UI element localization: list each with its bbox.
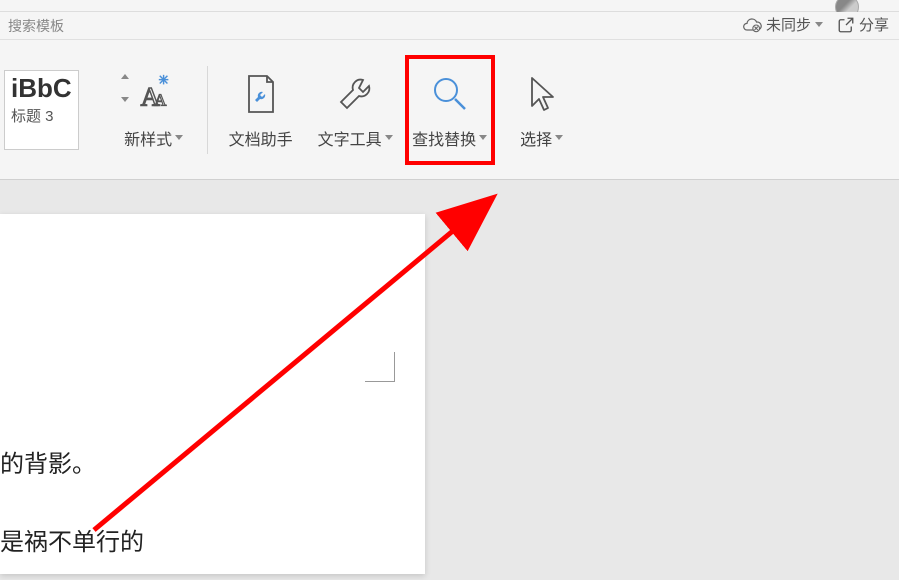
search-icon: [428, 72, 472, 116]
document-wrench-icon: [241, 72, 281, 116]
divider: [207, 66, 208, 154]
sync-label: 未同步: [766, 14, 811, 35]
doc-helper-button[interactable]: 文档助手: [216, 55, 306, 165]
cloud-off-icon: [742, 15, 762, 35]
select-label: 选择: [520, 126, 552, 150]
share-label: 分享: [859, 14, 889, 35]
share-button[interactable]: 分享: [837, 14, 889, 35]
select-button[interactable]: 选择: [497, 55, 587, 165]
text-tool-button[interactable]: 文字工具: [308, 55, 403, 165]
document-text-line: 是祸不单行的: [0, 524, 144, 562]
style-gallery-scroll[interactable]: [121, 74, 129, 102]
style-gallery[interactable]: iBbC 标题 3: [4, 70, 107, 150]
template-search-input[interactable]: 搜索模板: [8, 16, 64, 36]
wrench-icon: [333, 72, 377, 116]
style-name-label: 标题 3: [11, 105, 54, 126]
find-replace-label: 查找替换: [412, 126, 476, 150]
svg-text:A: A: [154, 90, 167, 109]
margin-marker: [365, 352, 395, 382]
chevron-down-icon: [121, 97, 129, 102]
document-area: 的背影。 是祸不单行的: [0, 180, 899, 574]
chevron-down-icon: [479, 135, 487, 140]
doc-helper-label: 文档助手: [229, 126, 293, 150]
document-text-line: 的背影。: [0, 446, 96, 484]
find-replace-button[interactable]: 查找替换: [405, 55, 495, 165]
title-bar: [0, 0, 899, 12]
chevron-down-icon: [555, 135, 563, 140]
sync-status-button[interactable]: 未同步: [742, 14, 823, 35]
chevron-down-icon: [815, 22, 823, 27]
cursor-icon: [522, 72, 562, 116]
text-tool-label: 文字工具: [318, 126, 382, 150]
style-preview-text: iBbC: [11, 75, 72, 101]
ribbon-toolbar: iBbC 标题 3 A A 新样式: [0, 40, 899, 180]
share-icon: [837, 16, 855, 34]
new-style-button[interactable]: A A 新样式: [109, 55, 199, 165]
chevron-down-icon: [385, 135, 393, 140]
new-style-label: 新样式: [124, 126, 172, 150]
chevron-up-icon: [121, 74, 129, 79]
new-style-icon: A A: [131, 71, 177, 117]
right-actions: 未同步 分享: [742, 14, 889, 35]
chevron-down-icon: [175, 135, 183, 140]
document-page[interactable]: 的背影。 是祸不单行的: [0, 214, 425, 574]
search-row: 搜索模板 未同步 分享: [0, 12, 899, 40]
